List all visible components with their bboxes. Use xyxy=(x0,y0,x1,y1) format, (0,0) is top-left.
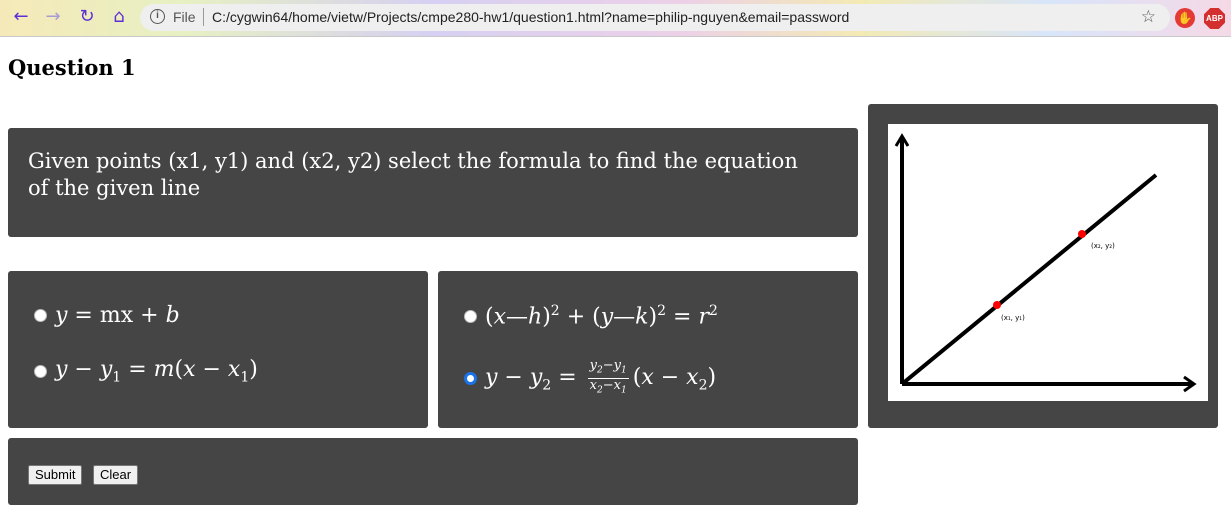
point-1-marker xyxy=(993,301,1001,309)
option-2-radio[interactable] xyxy=(34,364,47,378)
point-2-label: (x₂, y₂) xyxy=(1091,242,1115,250)
options-right-panel: (x—h)2 + (y—k)2 = r2 y − y2 = y2−y1 x2−x1… xyxy=(438,271,858,428)
option-1-radio[interactable] xyxy=(34,309,47,322)
line-graph-svg: (x₁, y₁) (x₂, y₂) xyxy=(894,133,1197,393)
browser-toolbar: ← → ↻ ⌂ i File C:/cygwin64/home/vietw/Pr… xyxy=(0,0,1231,37)
question-text: Given points (x1, y1) and (x2, y2) selec… xyxy=(28,149,798,200)
point-2-marker xyxy=(1078,230,1086,238)
option-1-formula: y = mx + b xyxy=(55,303,180,328)
line-diagram-image: (x₁, y₁) (x₂, y₂) xyxy=(888,124,1208,401)
diagram-panel: (x₁, y₁) (x₂, y₂) xyxy=(868,104,1218,428)
address-divider xyxy=(203,8,204,26)
option-2-formula: y − y1 = m(x − x1) xyxy=(55,357,258,386)
option-4-formula: y − y2 = y2−y1 x2−x1 (x − x2) xyxy=(485,358,717,396)
option-2[interactable]: y − y1 = m(x − x1) xyxy=(34,357,258,385)
back-icon[interactable]: ← xyxy=(10,6,32,28)
clear-button[interactable]: Clear xyxy=(93,465,139,485)
point-1-label: (x₁, y₁) xyxy=(1001,314,1025,322)
forward-icon[interactable]: → xyxy=(42,6,64,28)
page-title: Question 1 xyxy=(8,55,136,80)
url-text[interactable]: C:/cygwin64/home/vietw/Projects/cmpe280-… xyxy=(212,9,849,25)
option-4-radio[interactable] xyxy=(464,371,477,385)
submit-button[interactable]: Submit xyxy=(28,465,83,485)
question-panel: Given points (x1, y1) and (x2, y2) selec… xyxy=(8,128,858,237)
info-icon[interactable]: i xyxy=(150,9,165,24)
extension-hand-icon[interactable]: ✋ xyxy=(1175,8,1195,28)
reload-icon[interactable]: ↻ xyxy=(76,6,98,28)
address-bar[interactable]: i File C:/cygwin64/home/vietw/Projects/c… xyxy=(140,4,1170,31)
adblock-extension-icon[interactable]: ABP xyxy=(1204,8,1225,29)
url-scheme-label: File xyxy=(173,9,196,25)
option-1[interactable]: y = mx + b xyxy=(34,303,180,328)
home-icon[interactable]: ⌂ xyxy=(108,6,130,28)
actions-panel: Submit Clear xyxy=(8,438,858,505)
plotted-line xyxy=(900,173,1158,386)
options-left-panel: y = mx + b y − y1 = m(x − x1) xyxy=(8,271,428,428)
bookmark-star-icon[interactable]: ☆ xyxy=(1141,7,1156,27)
option-4[interactable]: y − y2 = y2−y1 x2−x1 (x − x2) xyxy=(464,359,716,397)
option-3-radio[interactable] xyxy=(464,309,477,323)
option-3[interactable]: (x—h)2 + (y—k)2 = r2 xyxy=(464,303,718,329)
option-3-formula: (x—h)2 + (y—k)2 = r2 xyxy=(485,303,718,330)
